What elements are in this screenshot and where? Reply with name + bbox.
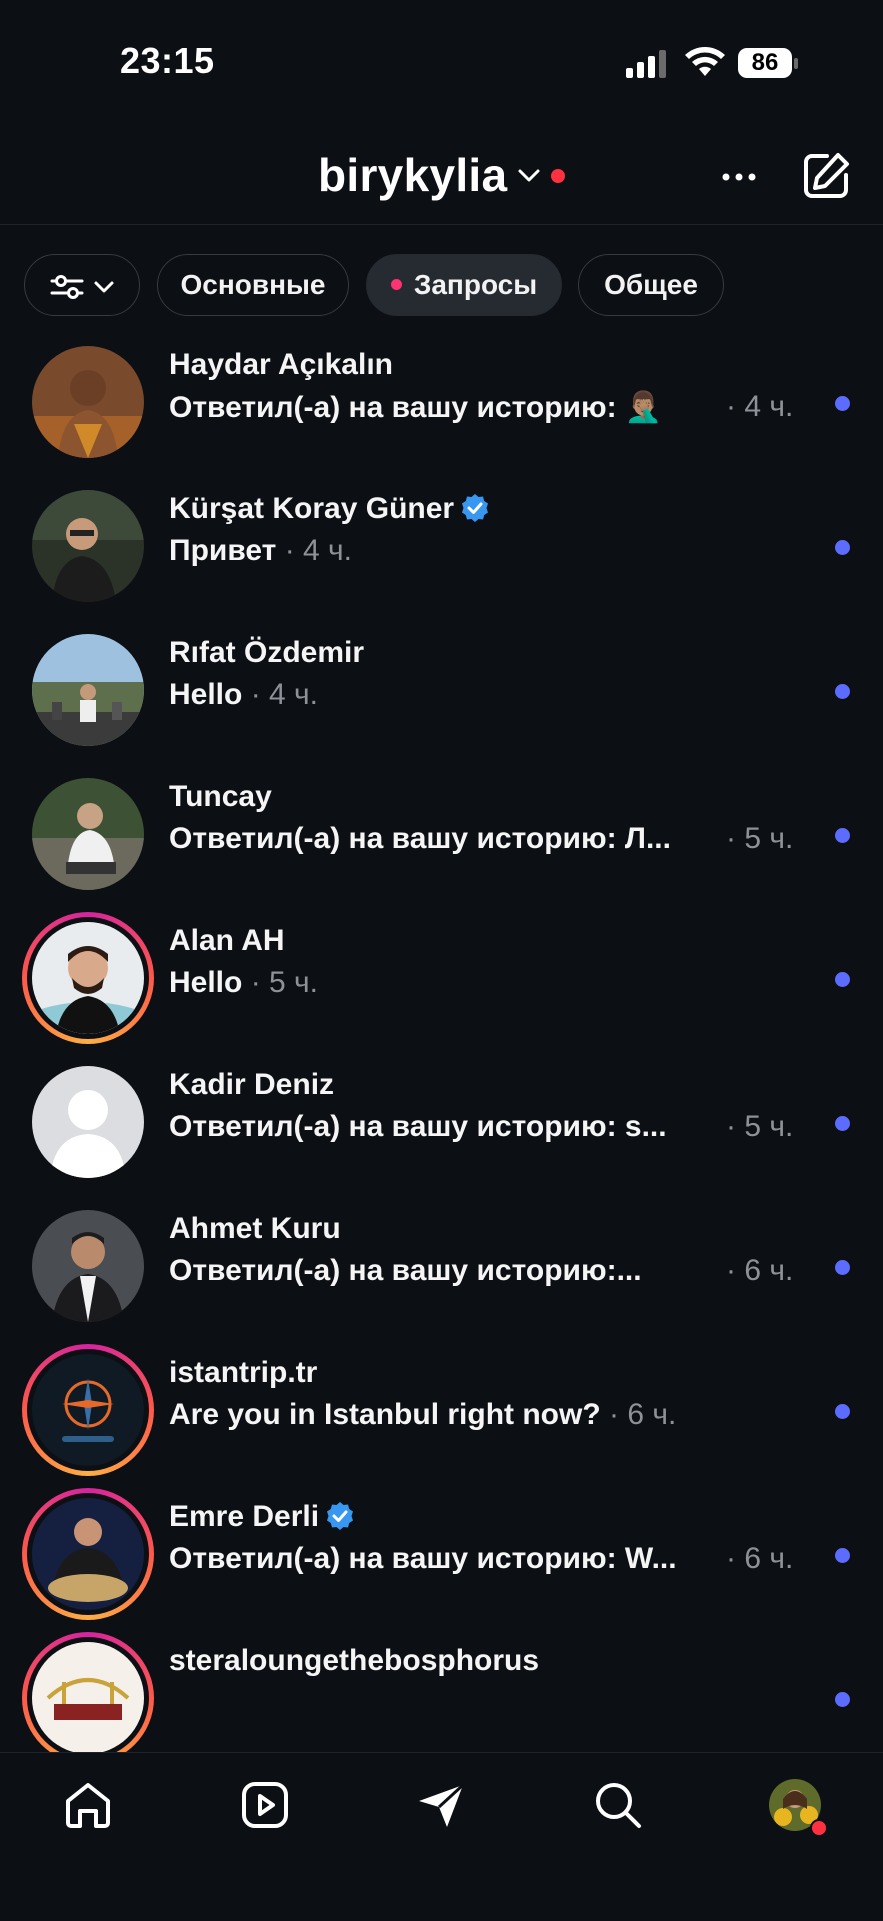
avatar-with-story-ring[interactable] — [22, 912, 154, 1044]
filter-settings-button[interactable] — [24, 254, 140, 316]
avatar-with-story-ring[interactable] — [22, 1488, 154, 1620]
search-icon[interactable] — [590, 1777, 646, 1833]
thread-preview-text: Hello — [169, 966, 243, 999]
thread-row[interactable]: Alan AH Hello · 5 ч. — [0, 898, 883, 1044]
thread-time: · 5 ч. — [726, 822, 794, 855]
thread-name-text: Emre Derli — [169, 1500, 320, 1533]
thread-name: Haydar Açıkalın — [169, 348, 393, 381]
thread-list[interactable]: Haydar Açıkalın Ответил(-а) на вашу исто… — [0, 322, 883, 1752]
thread-preview: Ответил(-а) на вашу историю: 🤦🏽‍♂️ — [169, 391, 663, 424]
cellular-signal-icon — [626, 50, 666, 78]
unread-indicator — [835, 972, 850, 987]
avatar — [22, 768, 154, 900]
filter-general[interactable]: Общее — [578, 254, 724, 316]
thread-row[interactable]: Kürşat Koray Güner Привет · 4 ч. — [0, 466, 883, 610]
verified-badge-icon — [327, 1502, 354, 1531]
thread-time: · 4 ч. — [250, 678, 319, 711]
avatar — [22, 1056, 154, 1188]
avatar-with-story-ring[interactable] — [22, 1632, 154, 1752]
thread-row[interactable]: Emre Derli Ответил(-а) на вашу историю: … — [0, 1474, 883, 1620]
unread-indicator — [835, 396, 850, 411]
thread-time: · 5 ч. — [250, 966, 319, 999]
thread-row[interactable]: Ahmet Kuru Ответил(-а) на вашу историю:.… — [0, 1186, 883, 1330]
thread-row[interactable]: Rıfat Özdemir Hello · 4 ч. — [0, 610, 883, 754]
thread-row[interactable]: Haydar Açıkalın Ответил(-а) на вашу исто… — [0, 322, 883, 466]
thread-name: Ahmet Kuru — [169, 1212, 341, 1245]
battery-icon: 86 — [738, 48, 800, 80]
requests-dot — [390, 279, 402, 291]
thread-preview-text: Hello — [169, 678, 243, 711]
thread-time: · 6 ч. — [726, 1254, 794, 1287]
thread-time: · 5 ч. — [726, 1110, 794, 1143]
thread-name: Rıfat Özdemir — [169, 636, 365, 669]
avatar-with-story-ring[interactable] — [22, 1344, 154, 1476]
direct-messages-icon[interactable] — [413, 1777, 469, 1833]
thread-preview: Ответил(-а) на вашу историю: s... — [169, 1110, 667, 1143]
home-icon[interactable] — [60, 1777, 116, 1833]
thread-preview-text: Are you in Istanbul right now? — [169, 1398, 601, 1431]
unread-indicator — [835, 1692, 850, 1707]
inbox-header: birykylia — [0, 130, 883, 225]
bottom-tab-bar — [0, 1752, 883, 1921]
unread-indicator — [835, 1548, 850, 1563]
thread-row[interactable]: istantrip.tr Are you in Istanbul right n… — [0, 1330, 883, 1476]
thread-name: Kadir Deniz — [169, 1068, 335, 1101]
thread-time: · 6 ч. — [609, 1398, 677, 1431]
unread-indicator — [835, 684, 850, 699]
wifi-icon — [685, 47, 725, 76]
thread-preview-text: Привет — [169, 534, 277, 567]
thread-preview: Ответил(-а) на вашу историю: W... — [169, 1542, 677, 1575]
unread-indicator — [835, 1116, 850, 1131]
unread-indicator — [835, 1404, 850, 1419]
unread-indicator — [835, 828, 850, 843]
thread-time: · 6 ч. — [726, 1542, 794, 1575]
notification-dot — [551, 169, 565, 183]
thread-name-text: Kürşat Koray Güner — [169, 492, 455, 525]
thread-preview: Hello · 4 ч. — [169, 678, 318, 712]
unread-indicator — [835, 1260, 850, 1275]
avatar — [22, 336, 154, 468]
avatar — [22, 624, 154, 756]
verified-badge-icon — [462, 494, 489, 523]
thread-row[interactable]: steraloungethebosphorus — [0, 1618, 883, 1752]
sliders-icon — [50, 274, 84, 299]
status-bar: 23:15 86 — [0, 0, 883, 130]
thread-preview: Ответил(-а) на вашу историю: Л... — [169, 822, 671, 855]
thread-preview: Hello · 5 ч. — [169, 966, 318, 1000]
avatar — [22, 1200, 154, 1332]
chevron-down-icon[interactable] — [516, 164, 542, 186]
filter-requests-label: Запросы — [413, 269, 538, 300]
battery-level: 86 — [738, 48, 792, 78]
account-switcher[interactable]: birykylia — [318, 148, 507, 202]
thread-name: Kürşat Koray Güner — [169, 492, 490, 526]
thread-preview: Привет · 4 ч. — [169, 534, 352, 568]
thread-name: istantrip.tr — [169, 1356, 318, 1389]
thread-row[interactable]: Kadir Deniz Ответил(-а) на вашу историю:… — [0, 1042, 883, 1186]
reels-icon[interactable] — [237, 1777, 293, 1833]
thread-preview: Are you in Istanbul right now? · 6 ч. — [169, 1398, 676, 1432]
thread-row[interactable]: Tuncay Ответил(-а) на вашу историю: Л...… — [0, 754, 883, 898]
chevron-down-icon — [94, 281, 114, 293]
compose-message-icon[interactable] — [800, 150, 852, 202]
thread-name: steraloungethebosphorus — [169, 1644, 540, 1677]
filter-requests[interactable]: Запросы — [366, 254, 562, 316]
filter-primary[interactable]: Основные — [157, 254, 349, 316]
thread-name: Emre Derli — [169, 1500, 355, 1534]
avatar — [22, 480, 154, 612]
thread-time: · 4 ч. — [284, 534, 353, 567]
more-options-icon[interactable] — [718, 156, 760, 198]
filter-row: Основные Запросы Общее — [0, 254, 883, 322]
thread-time: · 4 ч. — [726, 390, 794, 423]
notification-dot — [810, 1819, 828, 1837]
thread-name: Tuncay — [169, 780, 272, 813]
thread-name: Alan AH — [169, 924, 285, 957]
status-time: 23:15 — [120, 40, 215, 81]
thread-preview: Ответил(-а) на вашу историю:... — [169, 1254, 642, 1287]
unread-indicator — [835, 540, 850, 555]
